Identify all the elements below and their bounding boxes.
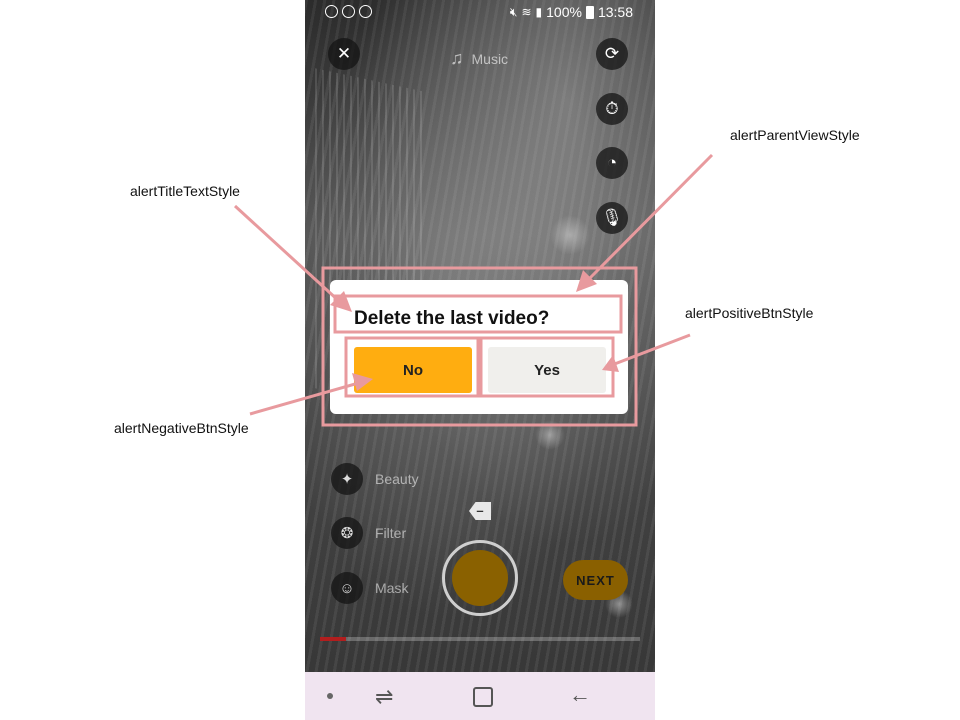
music-selector[interactable]: ♫ Music [450, 48, 508, 69]
filter-tool[interactable]: ❂ Filter [331, 517, 406, 549]
mask-tool[interactable]: ☺ Mask [331, 572, 408, 604]
mask-icon: ☺ [331, 572, 363, 604]
no-button[interactable]: No [354, 347, 472, 393]
annotation-title-text: alertTitleTextStyle [130, 183, 240, 199]
beauty-label: Beauty [375, 471, 419, 487]
clock: 13:58 [597, 4, 633, 20]
timer-icon: ⏱ [605, 99, 619, 118]
bokeh-light [550, 215, 590, 255]
system-indicators: 🔇︎ ≋ ▮ 100% 13:58 [510, 4, 633, 20]
mute-icon: 🔇︎ [509, 4, 518, 19]
recording-progress-bar [320, 637, 640, 641]
close-icon: ✕ [336, 44, 352, 63]
backspace-icon: – [476, 503, 484, 518]
record-button-core [452, 550, 508, 606]
alert-dialog: Delete the last video? No Yes [330, 280, 628, 414]
flip-camera-button[interactable]: ⟳ [596, 38, 628, 70]
notification-icon [359, 5, 372, 18]
wifi-icon: ≋ [521, 5, 532, 19]
notification-icons [325, 5, 372, 18]
microphone-button[interactable]: 🎙︎ [596, 202, 628, 234]
music-label: Music [471, 50, 509, 67]
dialog-title: Delete the last video? [354, 308, 550, 329]
microphone-icon: 🎙︎ [601, 208, 623, 227]
mask-label: Mask [375, 580, 409, 596]
timer-button[interactable]: ⏱ [596, 93, 628, 125]
status-bar: 🔇︎ ≋ ▮ 100% 13:58 [305, 0, 655, 26]
flip-camera-icon: ⟳ [604, 44, 620, 63]
yes-button[interactable]: Yes [488, 347, 606, 393]
recording-progress-fill [320, 637, 346, 641]
annotation-positive-btn: alertPositiveBtnStyle [685, 305, 814, 321]
notification-icon [342, 5, 355, 18]
battery-icon [585, 5, 594, 19]
magic-wand-icon: ✦ [331, 463, 363, 495]
home-icon[interactable] [473, 687, 493, 707]
filter-icon: ❂ [331, 517, 363, 549]
nav-dot-icon [327, 693, 333, 699]
speed-icon: ◔ [606, 153, 618, 172]
music-note-icon: ♫ [450, 48, 464, 68]
annotation-negative-btn: alertNegativeBtnStyle [114, 420, 249, 436]
notification-icon [325, 5, 338, 18]
recent-apps-icon[interactable]: ⇌ [375, 684, 393, 710]
record-button[interactable] [442, 540, 518, 616]
filter-label: Filter [375, 525, 407, 541]
phone-screen: 🔇︎ ≋ ▮ 100% 13:58 ✕ ♫ Music ⟳ ⏱ ◔ 🎙︎ ✦ B… [305, 0, 655, 720]
next-button[interactable]: NEXT [563, 560, 628, 600]
battery-percent: 100% [546, 4, 582, 20]
annotation-parent-view: alertParentViewStyle [730, 127, 860, 143]
signal-icon: ▮ [535, 5, 543, 19]
beauty-tool[interactable]: ✦ Beauty [331, 463, 419, 495]
close-button[interactable]: ✕ [328, 38, 360, 70]
back-arrow-icon[interactable]: ← [569, 682, 591, 708]
speed-button[interactable]: ◔ [596, 147, 628, 179]
system-nav-bar: ⇌ ← [305, 672, 655, 720]
bokeh-light [535, 420, 565, 450]
